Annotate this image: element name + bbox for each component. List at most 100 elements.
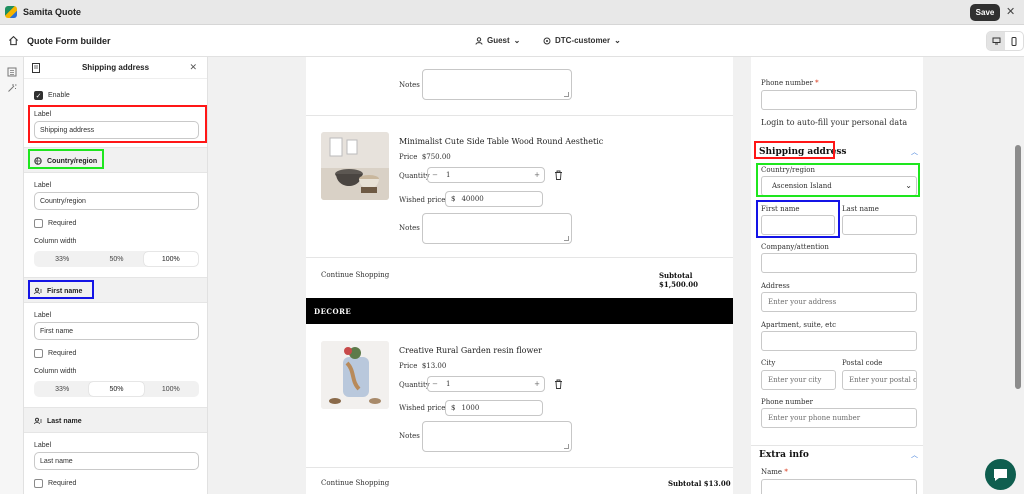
wished-price-label: Wished price [399,404,446,412]
mobile-icon[interactable] [1005,32,1023,50]
notes-label: Notes [399,224,420,232]
quote-form-preview: Phone number * Login to auto-fill your p… [751,57,923,494]
quantity-stepper[interactable]: − 1 + [427,167,545,183]
width-option-33[interactable]: 33% [35,382,89,396]
product-price: $750.00 [421,153,451,161]
save-button[interactable]: Save [970,4,1000,21]
postal-input[interactable]: Enter your postal co [842,370,917,390]
first-name-width-segment: 33% 50% 100% [34,381,199,397]
subtotal: Subtotal $1,500.00 [659,271,698,289]
minus-icon[interactable]: − [428,380,442,388]
chevron-down-icon: ⌄ [614,36,621,45]
country-label-input[interactable]: Country/region [34,192,199,210]
checkmark-icon: ✓ [34,91,43,100]
first-name-label-input[interactable]: First name [34,322,199,340]
magic-icon[interactable] [7,83,17,93]
last-name-label: Last name [842,205,879,213]
country-label: Country/region [761,166,815,174]
login-link[interactable]: Login to auto-fill your personal data [761,118,907,127]
address-input[interactable]: Enter your address [761,292,917,312]
page-title: Quote Form builder [27,36,111,46]
required-asterisk: * [815,79,819,87]
width-option-33[interactable]: 33% [35,252,89,266]
city-input[interactable]: Enter your city [761,370,836,390]
home-icon[interactable] [8,35,19,46]
app-top-bar: Samita Quote Save ✕ [0,0,1024,25]
address-label: Address [761,282,790,290]
continue-shopping-link[interactable]: Continue Shopping [321,271,389,279]
app-logo-icon [5,6,17,18]
notes-label: Notes [399,432,420,440]
notes-textarea[interactable] [422,213,572,244]
preview-canvas: Notes Minimalist Cute Side Table Wood Ro… [208,57,1024,494]
last-name-required-checkbox[interactable]: Required [34,479,76,488]
chat-button[interactable] [985,459,1016,490]
scrollbar-thumb[interactable] [1015,145,1021,389]
person-icon [34,287,42,295]
country-required-checkbox[interactable]: Required [34,219,76,228]
desktop-icon[interactable] [987,32,1005,50]
guest-dropdown[interactable]: Guest ⌄ [475,36,520,45]
last-name-input[interactable] [842,215,917,235]
segment-dropdown[interactable]: DTC-customer ⌄ [543,36,621,45]
enable-checkbox[interactable]: ✓ Enable [34,91,70,100]
minus-icon[interactable]: − [428,171,442,179]
close-icon[interactable]: ✕ [189,62,197,73]
trash-icon[interactable] [554,170,563,180]
width-option-100[interactable]: 100% [143,252,198,266]
divider [751,445,923,446]
phone-input[interactable] [761,90,917,110]
price-label: Price [399,362,418,370]
panel-title: Shipping address [81,63,150,72]
company-input[interactable] [761,253,917,273]
width-option-100[interactable]: 100% [144,382,198,396]
apartment-input[interactable] [761,331,917,351]
section-first-name[interactable]: First name [24,277,207,303]
phone2-input[interactable]: Enter your phone number [761,408,917,428]
chevron-up-icon[interactable]: ︿ [911,147,918,157]
trash-icon[interactable] [554,379,563,389]
price-label: Price [399,153,418,161]
plus-icon[interactable]: + [530,380,544,388]
product-name: Creative Rural Garden resin flower [399,346,542,355]
extra-info-heading: Extra info [759,450,809,460]
quantity-value: 1 [446,380,451,388]
list-icon[interactable] [7,67,17,77]
first-name-label-label: Label [34,312,52,319]
country-select[interactable]: Ascension Island ⌄ [761,176,917,196]
country-value: Ascension Island [772,182,832,190]
section-last-name[interactable]: Last name [24,407,207,433]
cart-preview: Notes Minimalist Cute Side Table Wood Ro… [306,57,733,494]
notes-textarea[interactable] [422,421,572,452]
guest-label: Guest [487,36,510,45]
name-input[interactable] [761,479,917,494]
quantity-stepper[interactable]: − 1 + [427,376,545,392]
first-name-input[interactable] [761,215,835,235]
section-country-region[interactable]: Country/region [24,147,207,173]
quantity-value: 1 [446,171,451,179]
quantity-label: Quantity [399,172,430,180]
close-icon[interactable]: ✕ [1006,5,1015,18]
notes-textarea[interactable] [422,69,572,100]
left-rail [0,57,24,494]
plus-icon[interactable]: + [530,171,544,179]
wished-price-input[interactable]: $ 1000 [445,400,543,416]
first-name-required-checkbox[interactable]: Required [34,349,76,358]
subtotal: Subtotal $13.00 [668,479,731,488]
chevron-up-icon[interactable]: ︿ [911,450,918,460]
name-label: Name * [761,468,788,476]
width-option-50[interactable]: 50% [89,252,143,266]
wished-price-input[interactable]: $ 40000 [445,191,543,207]
enable-label: Enable [48,92,70,99]
notes-label: Notes [399,81,420,89]
continue-shopping-link[interactable]: Continue Shopping [321,479,389,487]
required-asterisk: * [784,468,788,476]
panel-header: Shipping address ✕ [24,57,207,79]
shipping-heading: Shipping address [759,147,847,157]
section-label-input[interactable]: Shipping address [34,121,199,139]
required-label: Required [48,480,77,487]
width-option-50[interactable]: 50% [89,382,144,396]
last-name-label-input[interactable]: Last name [34,452,199,470]
device-toggle [986,31,1024,51]
postal-label: Postal code [842,359,883,367]
